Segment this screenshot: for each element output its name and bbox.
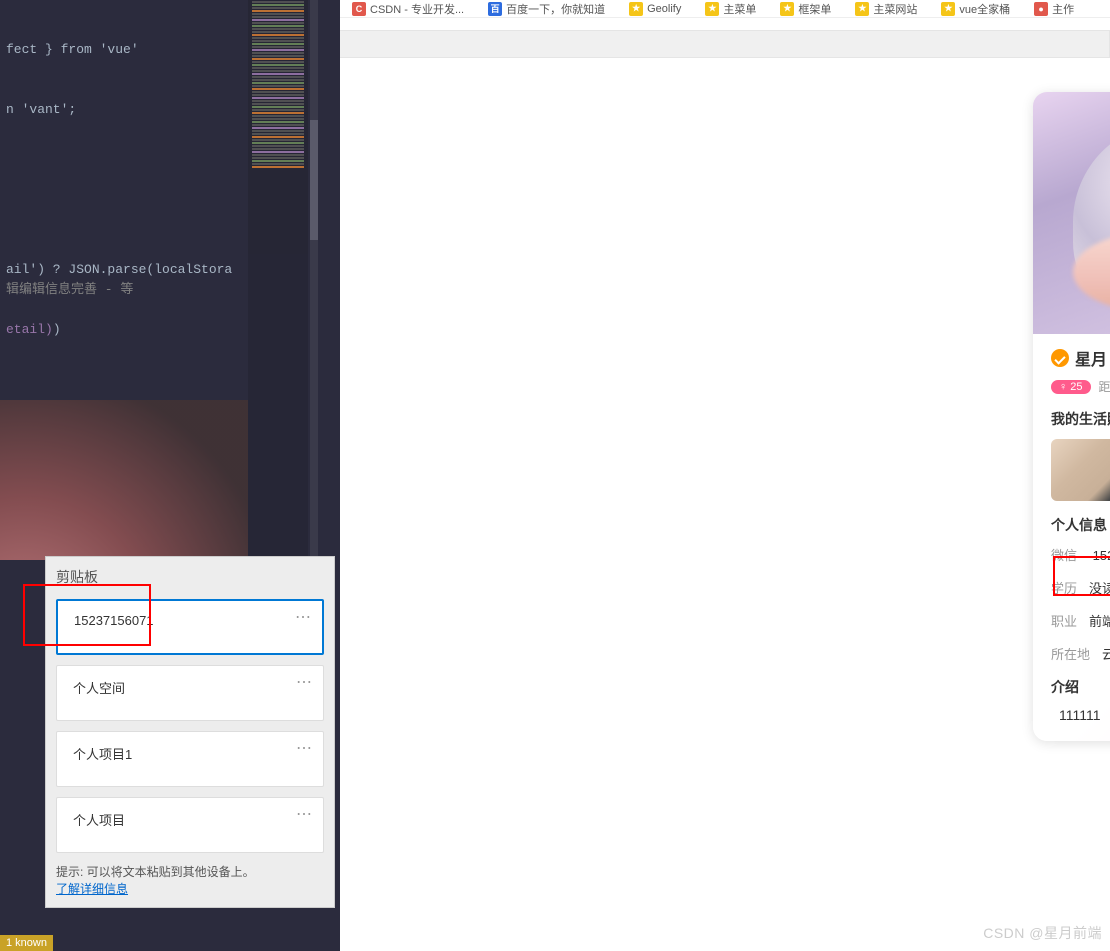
clipboard-item-menu-icon[interactable]: ⋯ [296, 738, 313, 758]
editor-scrollbar[interactable] [310, 0, 318, 560]
bookmark-item[interactable]: ●主作 [1034, 1, 1074, 17]
bookmark-item[interactable]: ★主菜单 [705, 1, 756, 17]
toolbar-strip [340, 30, 1110, 58]
clipboard-title: 剪贴板 [56, 567, 324, 587]
bookmark-item[interactable]: CCSDN - 专业开发... [352, 1, 464, 17]
clipboard-item-text: 个人空间 [73, 681, 125, 696]
gender-age-pill: ♀25 [1051, 380, 1091, 394]
info-grid: 微信 15237156071 性别男 学历没读过书 身高187 职业前端来发工程… [1051, 545, 1110, 663]
problems-status-badge[interactable]: 1 known [0, 935, 53, 951]
info-row-wechat: 微信 15237156071 [1051, 545, 1110, 564]
distance-text: 距你1314公里 [1099, 378, 1110, 395]
wechat-value: 15237156071 [1093, 548, 1110, 563]
bookmark-item[interactable]: ★Geolify [629, 2, 681, 16]
clipboard-item-menu-icon[interactable]: ⋯ [296, 804, 313, 824]
profile-cover-image [1033, 92, 1110, 334]
clipboard-item-text: 15237156071 [74, 613, 154, 628]
clipboard-panel: 剪贴板 15237156071 ⋯ 个人空间 ⋯ 个人项目1 ⋯ 个人项目 ⋯ … [45, 556, 335, 908]
clipboard-item-text: 个人项目 [73, 813, 125, 828]
code-editor[interactable]: fect } from 'vue' n 'vant'; ail') ? JSON… [0, 0, 248, 400]
profile-photo[interactable] [1051, 439, 1110, 501]
bookmark-item[interactable]: 百百度一下，你就知道 [488, 1, 605, 17]
info-row-job: 职业前端来发工程狮 [1051, 611, 1110, 630]
bookmark-item[interactable]: ★vue全家桶 [941, 1, 1010, 17]
clipboard-item-menu-icon[interactable]: ⋯ [295, 607, 312, 627]
intro-text: 111111 [1051, 707, 1110, 723]
profile-card: ♥ ♥ ♥ ♥ 星月 ♀25 距你1314公里 我的生活照 个人信息 微信 [1033, 92, 1110, 741]
profile-meta-row: ♀25 距你1314公里 [1051, 378, 1110, 395]
browser-preview-pane: CCSDN - 专业开发... 百百度一下，你就知道 ★Geolify ★主菜单… [340, 0, 1110, 951]
verified-badge-icon [1051, 349, 1069, 367]
bookmark-item[interactable]: ★主菜网站 [855, 1, 917, 17]
profile-name: 星月 [1075, 346, 1107, 370]
clipboard-item[interactable]: 个人空间 ⋯ [56, 665, 324, 721]
bookmark-item[interactable]: ★框架单 [780, 1, 831, 17]
clipboard-item[interactable]: 个人项目1 ⋯ [56, 731, 324, 787]
clipboard-item-menu-icon[interactable]: ⋯ [296, 672, 313, 692]
info-row-location: 所在地云南省昆明市 [1051, 644, 1110, 663]
code-editor-pane: fect } from 'vue' n 'vant'; ail') ? JSON… [0, 0, 340, 951]
photos-row [1051, 439, 1110, 501]
profile-name-row: 星月 [1051, 346, 1110, 370]
bookmark-bar: CCSDN - 专业开发... 百百度一下，你就知道 ★Geolify ★主菜单… [340, 0, 1110, 18]
intro-section-title: 介绍 [1051, 677, 1110, 697]
photos-section-title: 我的生活照 [1051, 409, 1110, 429]
watermark-text: CSDN @星月前端 [983, 923, 1102, 943]
clipboard-learn-more-link[interactable]: 了解详细信息 [56, 882, 128, 896]
clipboard-item[interactable]: 15237156071 ⋯ [56, 599, 324, 655]
clipboard-item[interactable]: 个人项目 ⋯ [56, 797, 324, 853]
code-minimap[interactable] [248, 0, 308, 560]
editor-background-image [0, 400, 248, 560]
clipboard-hint: 提示: 可以将文本粘贴到其他设备上。 了解详细信息 [56, 863, 324, 897]
info-row-education: 学历没读过书 [1051, 578, 1110, 597]
info-section-title: 个人信息 [1051, 515, 1110, 535]
clipboard-item-text: 个人项目1 [73, 747, 132, 762]
